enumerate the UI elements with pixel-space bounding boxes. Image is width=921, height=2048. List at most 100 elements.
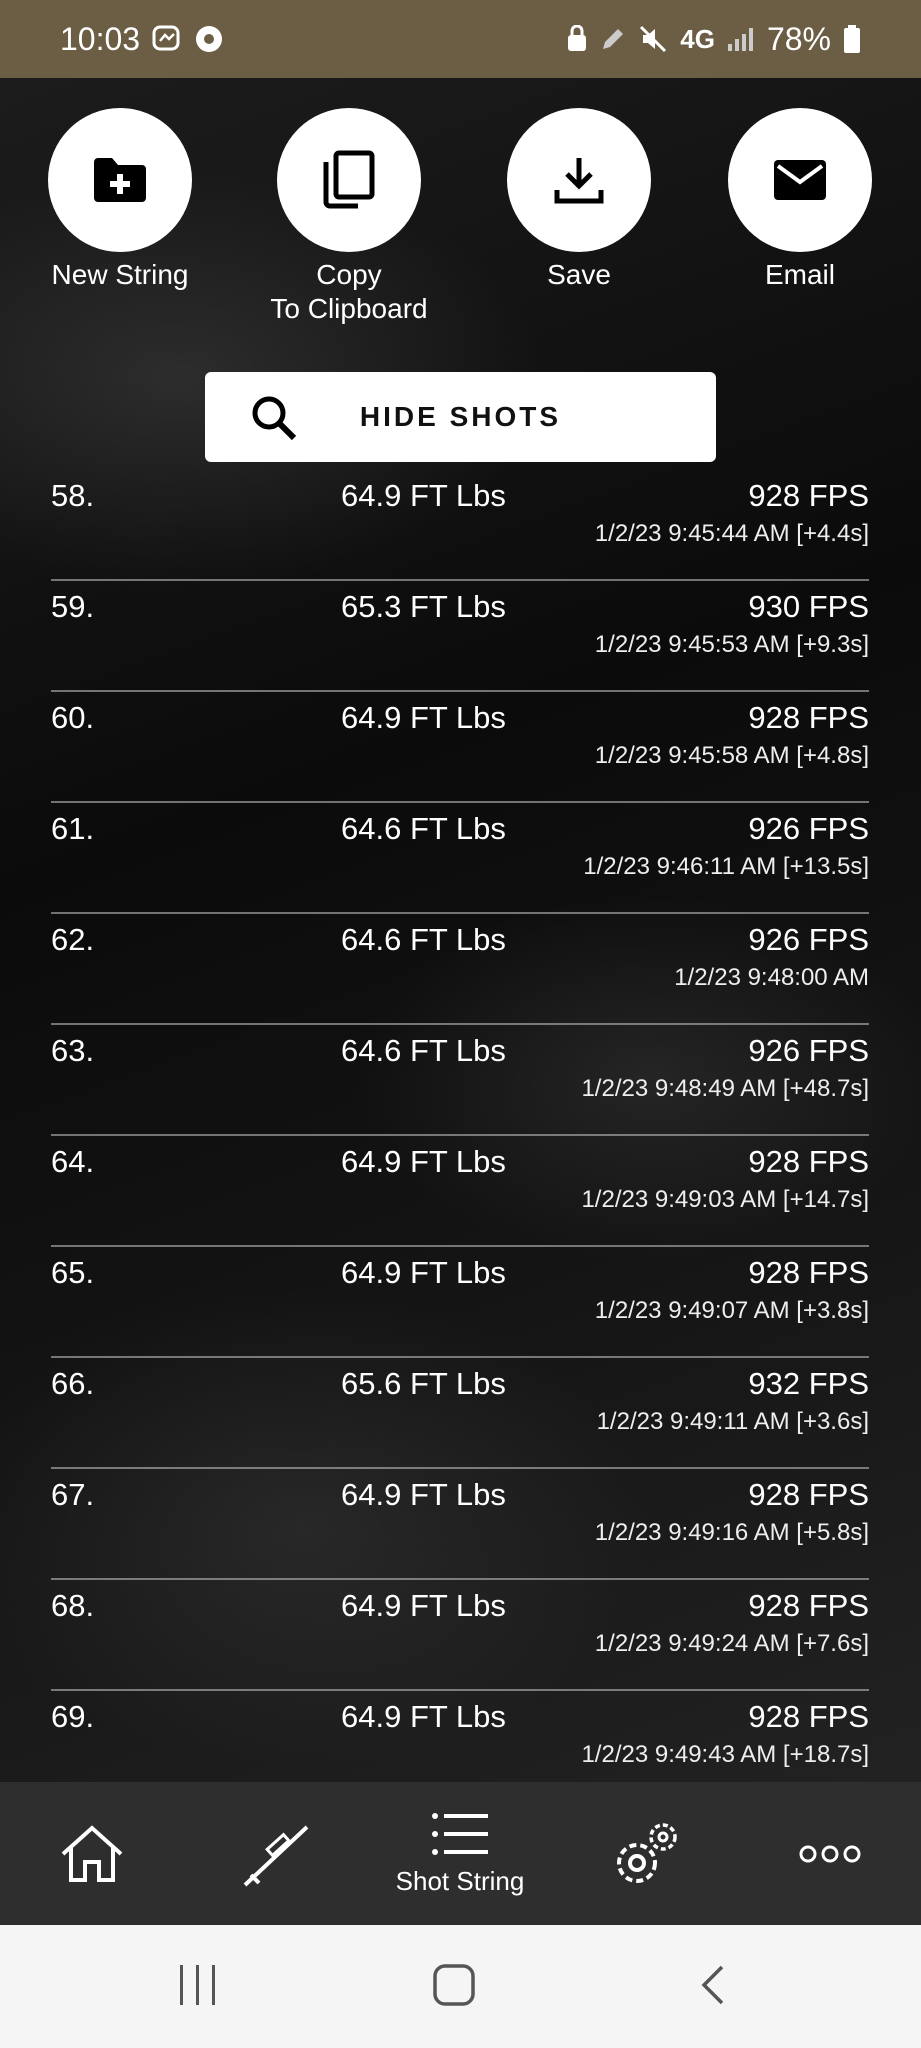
shot-timestamp: 1/2/23 9:48:00 AM	[674, 964, 869, 991]
shot-timestamp: 1/2/23 9:49:24 AM [+7.6s]	[594, 1630, 869, 1657]
email-circle[interactable]	[728, 108, 872, 252]
shot-row[interactable]: 60. 64.9 FT Lbs 928 FPS 1/2/23 9:45:58 AM […	[51, 692, 869, 803]
network-label: 4G	[680, 23, 715, 54]
shot-row[interactable]: 58. 64.9 FT Lbs 928 FPS 1/2/23 9:45:44 AM […	[51, 470, 869, 581]
shot-row[interactable]: 62. 64.6 FT Lbs 926 FPS 1/2/23 9:48:00 AM	[51, 914, 869, 1025]
shot-velocity: 932 FPS	[748, 1366, 869, 1401]
shot-velocity: 928 FPS	[748, 1699, 869, 1734]
download-icon	[554, 158, 604, 204]
shot-energy: 64.9 FT Lbs	[341, 1144, 506, 1179]
new-string-circle[interactable]	[48, 108, 192, 252]
nav-shot-string[interactable]: Shot String	[380, 1782, 540, 1925]
system-nav	[0, 1925, 921, 2048]
shot-timestamp: 1/2/23 9:46:11 AM [+13.5s]	[583, 853, 869, 880]
shot-row[interactable]: 69. 64.9 FT Lbs 928 FPS 1/2/23 9:49:43 AM […	[51, 1691, 869, 1782]
email-button[interactable]: Email	[700, 108, 900, 292]
shot-number: 61.	[51, 811, 95, 846]
copy-label: Copy To Clipboard	[270, 259, 428, 324]
shot-timestamp: 1/2/23 9:45:44 AM [+4.4s]	[594, 520, 869, 547]
shot-velocity: 930 FPS	[748, 589, 869, 624]
shot-timestamp: 1/2/23 9:49:07 AM [+3.8s]	[594, 1297, 869, 1324]
new-string-button[interactable]: New String	[20, 108, 220, 292]
copy-circle[interactable]	[277, 108, 421, 252]
new-string-label: New String	[51, 259, 189, 290]
shot-energy: 64.6 FT Lbs	[341, 922, 506, 957]
list-icon	[432, 1813, 488, 1855]
chrome-icon	[194, 24, 224, 54]
shot-energy: 64.9 FT Lbs	[341, 1477, 506, 1512]
main-content: New String Copy To Clipboard Save Email …	[0, 78, 921, 1782]
rifle-icon	[243, 1825, 309, 1886]
shot-energy: 64.9 FT Lbs	[341, 1699, 506, 1734]
shot-velocity: 928 FPS	[748, 1144, 869, 1179]
status-time: 10:03	[60, 20, 141, 57]
shot-velocity: 926 FPS	[748, 1033, 869, 1068]
email-label: Email	[764, 259, 835, 290]
status-left: 10:03	[60, 21, 224, 58]
action-bar: New String Copy To Clipboard Save Email	[0, 108, 921, 338]
battery-icon	[843, 24, 861, 54]
save-circle[interactable]	[507, 108, 651, 252]
shot-row[interactable]: 67. 64.9 FT Lbs 928 FPS 1/2/23 9:49:16 AM […	[51, 1469, 869, 1580]
shot-number: 59.	[51, 589, 95, 624]
shot-velocity: 926 FPS	[748, 922, 869, 957]
copy-icon	[323, 150, 375, 209]
shot-row[interactable]: 63. 64.6 FT Lbs 926 FPS 1/2/23 9:48:49 AM […	[51, 1025, 869, 1136]
shot-number: 67.	[51, 1477, 95, 1512]
shot-velocity: 928 FPS	[748, 1477, 869, 1512]
nav-more[interactable]	[788, 1782, 872, 1925]
status-right: 4G 78%	[566, 21, 861, 58]
home-button-icon[interactable]	[432, 1963, 476, 2007]
shot-row[interactable]: 65. 64.9 FT Lbs 928 FPS 1/2/23 9:49:07 AM […	[51, 1247, 869, 1358]
shot-number: 63.	[51, 1033, 95, 1068]
shot-timestamp: 1/2/23 9:45:53 AM [+9.3s]	[594, 631, 869, 658]
nav-shot-string-label: Shot String	[395, 1866, 525, 1896]
shot-number: 62.	[51, 922, 95, 957]
more-icon	[799, 1845, 861, 1862]
shot-velocity: 926 FPS	[748, 811, 869, 846]
save-button[interactable]: Save	[479, 108, 679, 292]
status-bar: 10:03 4G 78%	[0, 0, 921, 78]
home-icon	[61, 1824, 123, 1882]
shot-energy: 64.9 FT Lbs	[341, 478, 506, 513]
shot-energy: 64.6 FT Lbs	[341, 811, 506, 846]
shot-timestamp: 1/2/23 9:49:11 AM [+3.6s]	[596, 1408, 869, 1435]
nav-settings[interactable]	[604, 1782, 688, 1925]
folder-plus-icon	[94, 158, 146, 202]
shot-row[interactable]: 61. 64.6 FT Lbs 926 FPS 1/2/23 9:46:11 AM […	[51, 803, 869, 914]
shot-timestamp: 1/2/23 9:49:16 AM [+5.8s]	[594, 1519, 869, 1546]
shot-energy: 64.6 FT Lbs	[341, 1033, 506, 1068]
pen-icon	[600, 26, 626, 52]
shot-energy: 65.3 FT Lbs	[341, 589, 506, 624]
bottom-nav: Shot String	[0, 1782, 921, 1925]
hide-shots-button[interactable]: HIDE SHOTS	[205, 372, 716, 462]
back-icon[interactable]	[698, 1963, 728, 2007]
shot-energy: 64.9 FT Lbs	[341, 700, 506, 735]
shot-timestamp: 1/2/23 9:48:49 AM [+48.7s]	[581, 1075, 869, 1102]
shot-number: 69.	[51, 1699, 95, 1734]
shot-velocity: 928 FPS	[748, 1588, 869, 1623]
save-label: Save	[547, 259, 611, 290]
shot-row[interactable]: 66. 65.6 FT Lbs 932 FPS 1/2/23 9:49:11 AM […	[51, 1358, 869, 1469]
copy-to-clipboard-button[interactable]: Copy To Clipboard	[249, 108, 449, 326]
shot-number: 65.	[51, 1255, 95, 1290]
shot-energy: 64.9 FT Lbs	[341, 1588, 506, 1623]
battery-percent: 78%	[766, 20, 831, 57]
nav-home[interactable]	[50, 1782, 134, 1925]
mute-icon	[638, 24, 668, 54]
shot-energy: 65.6 FT Lbs	[341, 1366, 506, 1401]
shot-timestamp: 1/2/23 9:45:58 AM [+4.8s]	[594, 742, 869, 769]
search-icon	[252, 396, 297, 441]
mail-icon	[774, 160, 826, 200]
nav-rifle[interactable]	[234, 1782, 318, 1925]
shot-row[interactable]: 59. 65.3 FT Lbs 930 FPS 1/2/23 9:45:53 AM […	[51, 581, 869, 692]
recent-apps-icon[interactable]	[176, 1963, 220, 2007]
shot-row[interactable]: 68. 64.9 FT Lbs 928 FPS 1/2/23 9:49:24 AM […	[51, 1580, 869, 1691]
shot-velocity: 928 FPS	[748, 478, 869, 513]
signal-icon	[727, 26, 755, 52]
lock-icon	[566, 25, 588, 53]
shot-number: 58.	[51, 478, 95, 513]
shot-row[interactable]: 64. 64.9 FT Lbs 928 FPS 1/2/23 9:49:03 AM […	[51, 1136, 869, 1247]
shot-velocity: 928 FPS	[748, 1255, 869, 1290]
gear-icon	[617, 1822, 677, 1883]
